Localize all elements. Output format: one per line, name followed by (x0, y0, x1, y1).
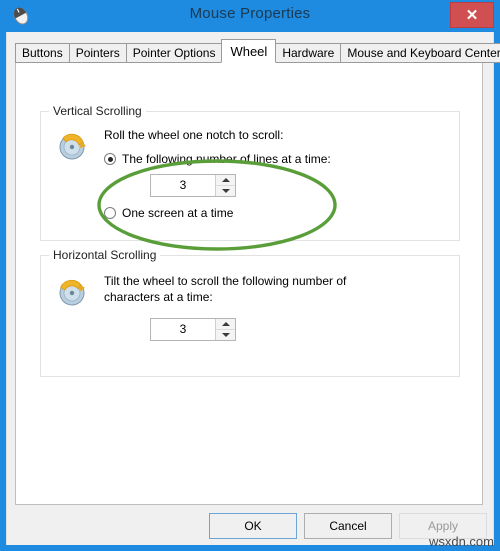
vertical-lines-spinner[interactable]: 3 (150, 174, 236, 197)
spin-up-icon[interactable] (216, 319, 235, 330)
mouse-wheel-horizontal-icon (53, 270, 93, 308)
spin-up-icon[interactable] (216, 175, 235, 186)
tab-pointers[interactable]: Pointers (68, 43, 127, 63)
vertical-lines-spin-buttons (215, 175, 235, 196)
horizontal-characters-value[interactable]: 3 (151, 319, 215, 340)
close-button[interactable]: ✕ (450, 2, 494, 28)
tab-buttons[interactable]: Buttons (15, 43, 70, 63)
horizontal-characters-spinner[interactable]: 3 (150, 318, 236, 341)
vertical-scrolling-description: Roll the wheel one notch to scroll: (104, 128, 284, 142)
vertical-scrolling-title: Vertical Scrolling (49, 104, 146, 118)
horizontal-scrolling-group: Horizontal Scrolling Tilt the wheel to s… (40, 248, 460, 377)
radio-one-screen-at-a-time[interactable]: One screen at a time (104, 206, 233, 220)
tab-mouse-and-keyboard-center[interactable]: Mouse and Keyboard Center (340, 43, 500, 63)
ok-button[interactable]: OK (209, 513, 297, 539)
client-area: Buttons Pointers Pointer Options Wheel H… (6, 32, 500, 545)
radio-label-one-screen: One screen at a time (122, 206, 234, 220)
vertical-lines-value[interactable]: 3 (151, 175, 215, 196)
horizontal-scrolling-description-line1: Tilt the wheel to scroll the following n… (104, 274, 347, 288)
wheel-tab-page: Vertical Scrolling Roll the wheel one no… (15, 62, 483, 505)
tab-strip: Buttons Pointers Pointer Options Wheel H… (15, 39, 500, 63)
mouse-wheel-vertical-icon (53, 124, 93, 162)
horizontal-characters-spin-buttons (215, 319, 235, 340)
radio-indicator-one-screen[interactable] (104, 207, 116, 219)
mouse-properties-window: Mouse Properties ✕ Buttons Pointers Poin… (0, 0, 500, 551)
tab-wheel[interactable]: Wheel (221, 39, 277, 63)
radio-indicator-lines[interactable] (104, 153, 116, 165)
tab-hardware[interactable]: Hardware (275, 43, 342, 63)
cancel-button[interactable]: Cancel (304, 513, 392, 539)
horizontal-scrolling-description-line2: characters at a time: (104, 290, 213, 304)
vertical-scrolling-group: Vertical Scrolling Roll the wheel one no… (40, 104, 460, 241)
radio-label-lines: The following number of lines at a time: (122, 152, 331, 166)
dialog-button-row: OK Cancel Apply (7, 513, 495, 545)
watermark: wsxdn.com (428, 534, 494, 549)
radio-lines-at-a-time[interactable]: The following number of lines at a time: (104, 152, 331, 166)
spin-down-icon[interactable] (216, 330, 235, 340)
horizontal-scrolling-title: Horizontal Scrolling (49, 248, 161, 262)
tab-pointer-options[interactable]: Pointer Options (125, 43, 223, 63)
spin-down-icon[interactable] (216, 186, 235, 196)
window-title: Mouse Properties (189, 5, 311, 22)
title-bar: Mouse Properties ✕ (0, 0, 500, 32)
